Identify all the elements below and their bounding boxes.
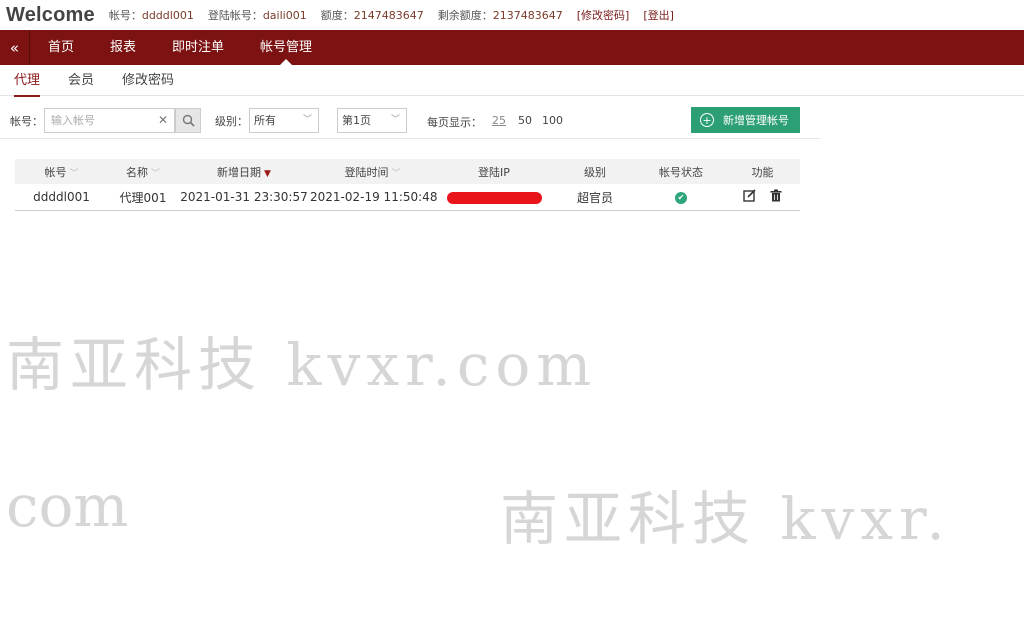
column-header-created-label: 新增日期 <box>217 165 262 179</box>
welcome-title: Welcome <box>6 3 95 26</box>
chevron-down-icon: ﹀ <box>302 115 312 125</box>
cell-level: 超官员 <box>576 190 613 205</box>
account-info: 帐号：ddddl001 <box>109 7 194 23</box>
quota-info-label: 额度： <box>320 9 354 22</box>
login-info-value: daili001 <box>262 9 307 22</box>
column-header-account-label: 帐号 <box>44 165 67 179</box>
plus-circle-icon: + <box>700 113 714 127</box>
cell-actions <box>725 189 800 205</box>
cell-login-time: 2021-02-19 11:50:48 <box>310 190 438 204</box>
tab-agent[interactable]: 代理 <box>0 66 54 97</box>
trash-icon[interactable] <box>770 189 782 205</box>
column-header-actions: 功能 <box>751 165 774 179</box>
watermark-text: com <box>6 472 129 540</box>
column-header-level: 级别 <box>584 165 606 179</box>
account-info-label: 帐号： <box>108 9 142 22</box>
login-info-label: 登陆帐号： <box>207 9 263 22</box>
cell-created: 2021-01-31 23:30:57 <box>180 190 308 204</box>
edit-icon[interactable] <box>743 189 756 205</box>
cell-login-ip <box>435 190 553 204</box>
account-search-input[interactable] <box>51 109 156 132</box>
change-password-link[interactable]: [修改密码] <box>577 7 630 23</box>
level-select[interactable]: 所有 ﹀ <box>249 108 319 133</box>
quota-info-value: 2147483647 <box>353 9 424 22</box>
column-header-login-time-label: 登陆时间 <box>344 165 389 179</box>
filter-divider <box>0 138 820 139</box>
check-circle-icon: ✔ <box>675 191 687 204</box>
watermark-text: 南亚科技 kvxr.com <box>6 331 598 399</box>
level-filter-label: 级别： <box>215 115 248 128</box>
column-header-status: 帐号状态 <box>659 165 703 179</box>
login-info: 登陆帐号：daili001 <box>208 7 307 23</box>
remaining-quota-info: 剩余额度：2137483647 <box>438 7 563 23</box>
agent-table: 帐号 ﹀ 名称 ﹀ 新增日期 ▼ 登陆时间 ﹀ 登陆IP 级别 帐号状态 功能 dddd… <box>15 159 800 211</box>
logout-link[interactable]: [登出] <box>643 7 674 23</box>
search-icon <box>182 114 195 127</box>
cell-account: ddddl001 <box>33 190 90 204</box>
chevron-down-icon: ﹀ <box>390 115 400 125</box>
tab-member[interactable]: 会员 <box>54 66 108 96</box>
remaining-quota-label: 剩余额度： <box>437 9 493 22</box>
table-header: 帐号 ﹀ 名称 ﹀ 新增日期 ▼ 登陆时间 ﹀ 登陆IP 级别 帐号状态 功能 <box>15 159 800 184</box>
sort-desc-icon: ▼ <box>264 168 271 179</box>
watermark-text: 南亚科技 kvxr. <box>500 485 951 553</box>
filter-bar: 帐号： ✕ 级别： 所有 ﹀ 第1页 ﹀ 每页显示： 25 50 100 + 新… <box>0 106 820 136</box>
per-page-label: 每页显示： <box>427 116 482 129</box>
add-admin-account-label: 新增管理帐号 <box>723 114 789 127</box>
nav-item-home[interactable]: 首页 <box>30 30 92 65</box>
cell-name: 代理001 <box>119 190 167 205</box>
column-header-login-time[interactable]: 登陆时间 ﹀ <box>310 164 435 180</box>
column-header-name-label: 名称 <box>125 165 148 179</box>
redaction-mark <box>446 191 542 204</box>
nav-item-reports[interactable]: 报表 <box>92 30 154 65</box>
clear-icon[interactable]: ✕ <box>158 113 168 127</box>
per-page-option-50[interactable]: 50 <box>518 114 532 127</box>
top-header: Welcome 帐号：ddddl001 登陆帐号：daili001 额度：214… <box>0 0 1024 30</box>
account-info-value: ddddl001 <box>141 9 194 22</box>
sort-icon: ﹀ <box>391 168 401 179</box>
per-page-option-100[interactable]: 100 <box>542 114 563 127</box>
sub-tabs: 代理 会员 修改密码 <box>0 66 1024 97</box>
column-header-created[interactable]: 新增日期 ▼ <box>178 164 310 180</box>
sort-icon: ﹀ <box>150 168 160 179</box>
main-nav: « 首页 报表 即时注单 帐号管理 <box>0 30 1024 65</box>
sort-icon: ﹀ <box>69 168 79 179</box>
account-filter-label: 帐号： <box>10 115 43 128</box>
level-select-value: 所有 <box>254 114 276 127</box>
cell-status: ✔ <box>637 190 725 204</box>
search-button[interactable] <box>175 108 201 133</box>
account-search-box: ✕ <box>44 108 175 133</box>
quota-info: 额度：2147483647 <box>321 7 424 23</box>
column-header-account[interactable]: 帐号 ﹀ <box>15 164 108 180</box>
column-header-name[interactable]: 名称 ﹀ <box>108 164 178 180</box>
column-header-login-ip: 登陆IP <box>478 165 510 179</box>
table-row: ddddl001 代理001 2021-01-31 23:30:57 2021-… <box>15 184 800 211</box>
per-page-option-25[interactable]: 25 <box>492 114 506 127</box>
page-select[interactable]: 第1页 ﹀ <box>337 108 407 133</box>
collapse-sidebar-icon[interactable]: « <box>0 30 30 65</box>
tab-change-password[interactable]: 修改密码 <box>108 66 188 96</box>
nav-item-live-bets[interactable]: 即时注单 <box>154 30 242 65</box>
page-select-value: 第1页 <box>342 114 371 127</box>
add-admin-account-button[interactable]: + 新增管理帐号 <box>691 107 800 133</box>
remaining-quota-value: 2137483647 <box>492 9 563 22</box>
nav-item-account-management[interactable]: 帐号管理 <box>242 30 330 65</box>
